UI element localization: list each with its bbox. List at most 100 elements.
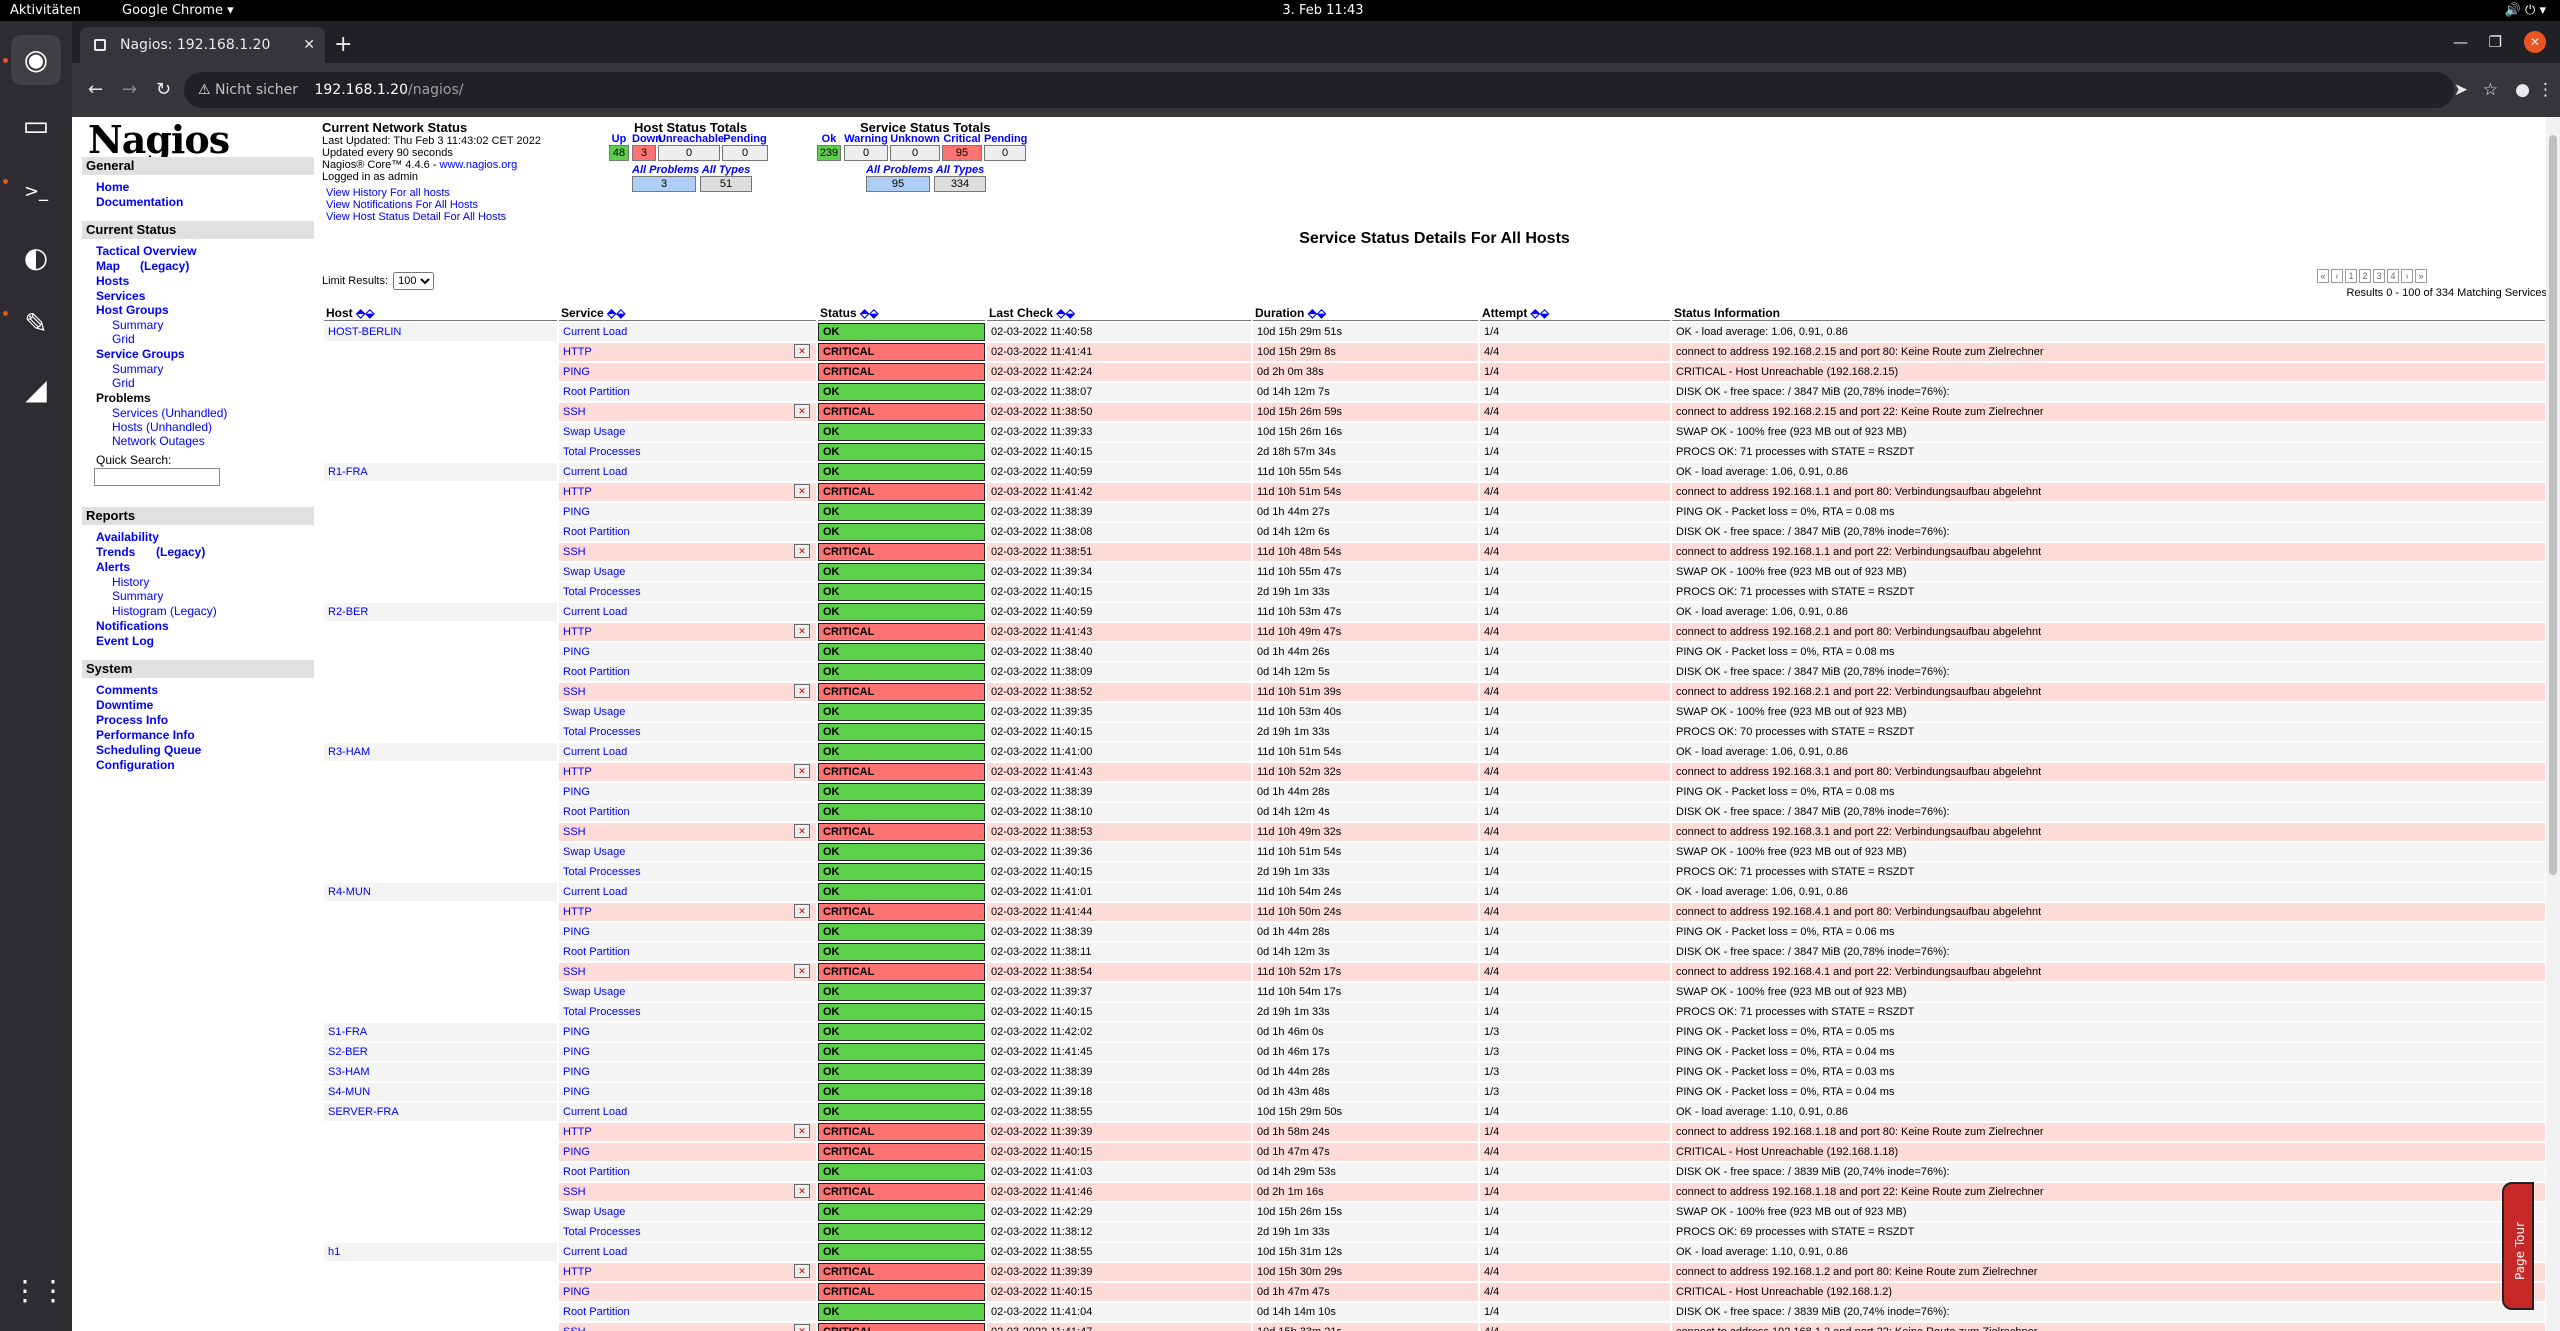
host-cell[interactable]	[324, 823, 557, 841]
host-cell[interactable]	[324, 1303, 557, 1321]
host-cell[interactable]	[324, 563, 557, 581]
nav-tactical-overview[interactable]: Tactical Overview	[96, 244, 197, 258]
host-cell[interactable]	[324, 523, 557, 541]
host-down-count[interactable]: 3	[632, 145, 656, 161]
limit-select[interactable]: 100	[393, 272, 435, 290]
host-cell[interactable]	[324, 483, 557, 501]
host-cell[interactable]	[324, 543, 557, 561]
view-notifications-link[interactable]: View Notifications For All Hosts	[326, 199, 478, 211]
service-cell[interactable]: Total Processes	[559, 863, 816, 881]
service-cell[interactable]: HTTP ✕	[559, 623, 816, 641]
host-cell[interactable]: R2-BER	[324, 603, 557, 621]
service-cell[interactable]: Total Processes	[559, 1003, 816, 1021]
nav-process-info[interactable]: Process Info	[96, 713, 168, 727]
service-cell[interactable]: SSH✕	[559, 963, 816, 981]
service-cell[interactable]: SSH✕	[559, 403, 816, 421]
col-service[interactable]: Service ⬘⬙	[559, 306, 816, 321]
col-host[interactable]: Host ⬘⬙	[324, 306, 557, 321]
service-cell[interactable]: HTTP ✕	[559, 483, 816, 501]
page-scrollbar[interactable]	[2546, 117, 2560, 1331]
nav-service-groups-summary[interactable]: Summary	[112, 362, 163, 376]
service-cell[interactable]: Total Processes	[559, 583, 816, 601]
service-cell[interactable]: Total Processes	[559, 723, 816, 741]
svc-warning-count[interactable]: 0	[844, 145, 888, 161]
service-cell[interactable]: Root Partition	[559, 1303, 816, 1321]
svc-critical-count[interactable]: 95	[942, 145, 982, 161]
svc-unknown-count[interactable]: 0	[890, 145, 940, 161]
host-cell[interactable]	[324, 663, 557, 681]
nav-performance-info[interactable]: Performance Info	[96, 728, 195, 742]
scrollbar-thumb[interactable]	[2549, 135, 2557, 875]
address-bar[interactable]: ⚠ Nicht sicher 192.168.1.20/nagios/	[184, 72, 2454, 108]
clock[interactable]: 3. Feb 11:43	[1268, 0, 1378, 21]
nav-notifications[interactable]: Notifications	[96, 619, 169, 633]
not-secure-label[interactable]: Nicht sicher	[215, 82, 298, 98]
col-last-check[interactable]: Last Check ⬘⬙	[987, 306, 1251, 321]
nagios-logo[interactable]: Nagios	[88, 117, 230, 162]
host-pending-count[interactable]: 0	[722, 145, 768, 161]
service-cell[interactable]: Total Processes	[559, 443, 816, 461]
host-cell[interactable]	[324, 903, 557, 921]
nav-map-legacy[interactable]: (Legacy)	[140, 259, 189, 273]
service-cell[interactable]: PING	[559, 783, 816, 801]
service-cell[interactable]: HTTP ✕	[559, 903, 816, 921]
nav-alerts-history[interactable]: History	[112, 575, 149, 589]
nav-service-groups-grid[interactable]: Grid	[112, 376, 135, 390]
host-cell[interactable]	[324, 983, 557, 1001]
sort-icon[interactable]: ⬘⬙	[1056, 306, 1074, 320]
host-cell[interactable]	[324, 1263, 557, 1281]
wireshark-icon[interactable]: ◢	[11, 365, 61, 415]
notifications-disabled-icon[interactable]: ✕	[794, 684, 810, 698]
service-cell[interactable]: Swap Usage	[559, 983, 816, 1001]
host-cell[interactable]	[324, 1123, 557, 1141]
host-unreachable-count[interactable]: 0	[658, 145, 720, 161]
host-down-label[interactable]: Down	[632, 133, 662, 145]
host-cell[interactable]	[324, 763, 557, 781]
svc-all-problems-label[interactable]: All Problems	[866, 164, 933, 176]
browser-tab[interactable]: Nagios: 192.168.1.20 ✕	[80, 27, 325, 63]
notifications-disabled-icon[interactable]: ✕	[794, 964, 810, 978]
nagios-org-link[interactable]: www.nagios.org	[440, 159, 518, 171]
notifications-disabled-icon[interactable]: ✕	[794, 904, 810, 918]
nav-services[interactable]: Services	[96, 289, 145, 303]
nav-host-groups[interactable]: Host Groups	[96, 303, 169, 317]
next-page-icon[interactable]: ›	[2401, 269, 2413, 283]
service-cell[interactable]: SSH✕	[559, 1323, 816, 1331]
service-cell[interactable]: SSH✕	[559, 683, 816, 701]
svc-pending-count[interactable]: 0	[984, 145, 1026, 161]
nav-trends-legacy[interactable]: (Legacy)	[156, 545, 205, 559]
host-cell[interactable]	[324, 863, 557, 881]
service-cell[interactable]: Swap Usage	[559, 1203, 816, 1221]
service-cell[interactable]: PING	[559, 1023, 816, 1041]
close-window-icon[interactable]: ✕	[2524, 31, 2546, 53]
host-cell[interactable]	[324, 843, 557, 861]
host-cell[interactable]: h1	[324, 1243, 557, 1261]
service-cell[interactable]: Current Load	[559, 1103, 816, 1121]
prev-page-icon[interactable]: ‹	[2331, 269, 2343, 283]
service-cell[interactable]: PING	[559, 1043, 816, 1061]
sort-icon[interactable]: ⬘⬙	[1308, 306, 1326, 320]
service-cell[interactable]: Root Partition	[559, 943, 816, 961]
forward-icon[interactable]: →	[122, 63, 137, 117]
warning-icon[interactable]: ⚠	[198, 82, 215, 98]
nav-host-groups-grid[interactable]: Grid	[112, 332, 135, 346]
service-cell[interactable]: Swap Usage	[559, 423, 816, 441]
host-cell[interactable]: R4-MUN	[324, 883, 557, 901]
host-cell[interactable]	[324, 383, 557, 401]
sort-icon[interactable]: ⬘⬙	[607, 306, 625, 320]
service-cell[interactable]: Current Load	[559, 743, 816, 761]
first-page-icon[interactable]: «	[2317, 269, 2329, 283]
reload-icon[interactable]: ↻	[156, 63, 171, 117]
host-cell[interactable]: SERVER-FRA	[324, 1103, 557, 1121]
system-tray-icon[interactable]: 🔊 ⏻ ▾	[2505, 0, 2546, 21]
host-cell[interactable]	[324, 643, 557, 661]
host-cell[interactable]	[324, 1163, 557, 1181]
svc-all-types-label[interactable]: All Types	[934, 164, 986, 176]
col-status[interactable]: Status ⬘⬙	[818, 306, 985, 321]
service-cell[interactable]: PING	[559, 1143, 816, 1161]
host-cell[interactable]	[324, 583, 557, 601]
host-cell[interactable]	[324, 963, 557, 981]
service-cell[interactable]: Root Partition	[559, 803, 816, 821]
service-cell[interactable]: SSH✕	[559, 1183, 816, 1201]
service-cell[interactable]: Current Load	[559, 323, 816, 341]
